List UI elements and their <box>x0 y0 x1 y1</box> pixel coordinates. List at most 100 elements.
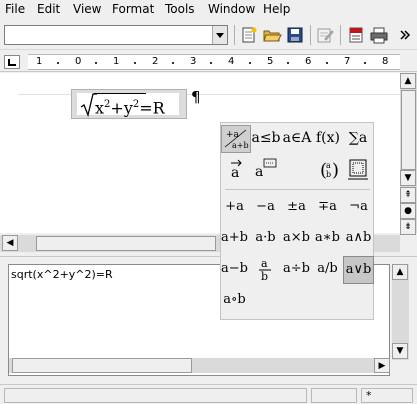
svg-text:a: a <box>231 165 239 181</box>
svg-text:a: a <box>326 161 331 170</box>
ruler-tick <box>287 62 289 64</box>
ruler-tick <box>210 62 212 64</box>
vector-attribute-icon: a <box>231 159 242 181</box>
scroll-up-button[interactable]: ▲ <box>400 73 416 89</box>
vertical-scroll-thumb[interactable] <box>401 90 416 170</box>
category-functions[interactable]: f(x) <box>313 125 343 153</box>
category-unary-binary[interactable]: +a a+b <box>221 125 251 153</box>
ruler-tick <box>249 62 251 64</box>
tab-stop-icon[interactable] <box>4 55 20 69</box>
ruler-label: 1 <box>36 56 43 67</box>
next-page-button[interactable]: ⇟ <box>400 219 416 235</box>
symbol-slash-division[interactable]: a/b <box>312 256 343 284</box>
formula-x: x <box>95 98 105 118</box>
command-scroll-down-button[interactable]: ▼ <box>392 343 408 359</box>
overflow-chevron-icon <box>400 30 411 40</box>
category-operators[interactable]: ∑a <box>343 125 373 153</box>
open-button[interactable] <box>262 26 282 44</box>
new-document-button[interactable] <box>239 26 259 44</box>
symbol-unary-plus[interactable]: +a <box>219 194 250 222</box>
menu-help[interactable]: Help <box>263 2 290 17</box>
ruler-label: 7 <box>344 56 351 67</box>
previous-page-button[interactable]: ⇞ <box>400 187 416 203</box>
edit-doc-icon <box>317 28 334 43</box>
symbol-dot-multiply[interactable]: a·b <box>250 225 281 253</box>
command-scroll-right-button[interactable]: ▶ <box>374 358 390 373</box>
svg-text:b: b <box>326 170 331 179</box>
chevron-down-icon[interactable] <box>212 26 227 44</box>
symbol-asterisk-multiply[interactable]: a∗b <box>312 225 343 253</box>
category-relations[interactable]: a≤b <box>251 125 281 153</box>
category-others[interactable]: a <box>251 156 281 184</box>
toolbar-separator <box>234 25 235 45</box>
horizontal-scroll-thumb[interactable] <box>36 236 216 251</box>
style-select[interactable] <box>4 25 228 45</box>
symbol-unary-minus[interactable]: −a <box>250 194 281 222</box>
symbol-concatenate[interactable]: a∘b <box>219 287 250 315</box>
symbol-plus-minus[interactable]: ±a <box>281 194 312 222</box>
category-attributes[interactable]: a <box>221 156 251 184</box>
export-pdf-button[interactable] <box>346 26 366 44</box>
ruler-tick <box>172 62 174 64</box>
menu-format[interactable]: Format <box>112 2 154 17</box>
symbol-subtraction[interactable]: a−b <box>219 256 250 284</box>
toolbar-overflow-button[interactable] <box>397 26 411 44</box>
scroll-left-button[interactable]: ◀ <box>2 235 18 251</box>
others-icon: a <box>255 158 277 180</box>
menu-file[interactable]: File <box>5 2 25 17</box>
ruler-label: 5 <box>267 56 274 67</box>
symbol-times[interactable]: a×b <box>281 225 312 253</box>
save-icon <box>287 27 303 43</box>
formula-rhs: =R <box>139 98 165 118</box>
status-message <box>4 388 307 403</box>
svg-text:+a: +a <box>226 130 240 140</box>
ruler-strip[interactable]: 1 0 1 2 3 4 5 6 7 8 <box>28 54 400 70</box>
svg-text:): ) <box>332 160 339 181</box>
category-brackets[interactable]: ( a b ) <box>313 156 343 184</box>
symbol-addition[interactable]: a+b <box>219 225 250 253</box>
ruler-label: 6 <box>305 56 312 67</box>
edit-document-button[interactable] <box>315 26 335 44</box>
symbol-boolean-or[interactable]: a∨b <box>343 256 374 284</box>
ruler-label: 8 <box>382 56 389 67</box>
print-button[interactable] <box>369 26 389 44</box>
export-pdf-icon <box>349 27 363 43</box>
symbol-minus-plus[interactable]: ∓a <box>312 194 343 222</box>
navigator-button[interactable]: ● <box>400 203 416 219</box>
svg-text:a+b: a+b <box>232 141 249 150</box>
formula-y: y <box>123 98 133 118</box>
symbol-fraction[interactable]: a b <box>250 256 281 284</box>
menu-view[interactable]: View <box>73 2 101 17</box>
ruler-label: 0 <box>75 56 82 67</box>
command-horizontal-thumb[interactable] <box>12 358 192 373</box>
unary-binary-icon: +a a+b <box>224 129 249 150</box>
category-set-operations[interactable]: a∈A <box>282 125 312 153</box>
symbol-boolean-and[interactable]: a∧b <box>343 225 374 253</box>
standard-toolbar <box>0 20 417 50</box>
ruler-tick <box>326 62 328 64</box>
ruler-tick <box>57 62 59 64</box>
ruler-label: 4 <box>228 56 235 67</box>
command-scroll-up-button[interactable]: ▲ <box>392 264 408 280</box>
open-icon <box>263 30 282 42</box>
menu-tools[interactable]: Tools <box>165 2 195 17</box>
print-icon <box>370 27 388 44</box>
formula-rendering: x2+y2=R <box>95 95 165 118</box>
horizontal-ruler[interactable]: 1 0 1 2 3 4 5 6 7 8 <box>0 52 417 72</box>
ruler-label: 3 <box>190 56 197 67</box>
scroll-down-button[interactable]: ▼ <box>400 170 416 186</box>
status-zoom[interactable] <box>311 388 357 403</box>
menubar: File Edit View Format Tools Window Help <box>0 0 417 20</box>
save-button[interactable] <box>285 26 305 44</box>
ruler-tick <box>95 62 97 64</box>
category-formats[interactable] <box>343 156 373 184</box>
formula-plus: + <box>110 98 124 118</box>
status-modified: * <box>361 388 413 403</box>
toolbar-separator <box>310 25 311 45</box>
menu-window[interactable]: Window <box>208 2 255 17</box>
symbol-not[interactable]: ¬a <box>343 194 374 222</box>
status-bar: * <box>0 384 417 404</box>
symbol-division[interactable]: a÷b <box>281 256 312 284</box>
menu-edit[interactable]: Edit <box>37 2 60 17</box>
ruler-label: 1 <box>113 56 120 67</box>
